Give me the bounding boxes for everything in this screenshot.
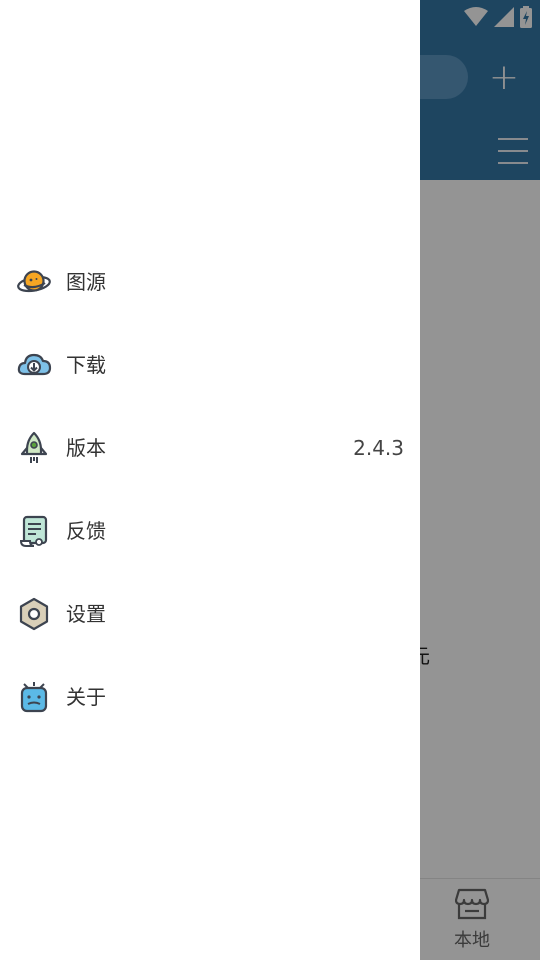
navigation-drawer: 图源 下载 版本 2.4.3 反馈 设置 关于 [0, 0, 420, 960]
drawer-item-settings[interactable]: 设置 [0, 584, 420, 644]
rocket-icon [20, 431, 48, 463]
drawer-label-feedback: 反馈 [66, 519, 106, 543]
drawer-item-about[interactable]: 关于 [0, 667, 420, 727]
planet-icon [17, 270, 51, 293]
drawer-item-download[interactable]: 下载 [0, 335, 420, 395]
drawer-label-sources: 图源 [66, 270, 106, 294]
version-number: 2.4.3 [353, 436, 404, 460]
drawer-item-feedback[interactable]: 反馈 [0, 501, 420, 561]
drawer-label-download: 下载 [66, 353, 106, 377]
drawer-label-about: 关于 [66, 685, 106, 709]
drawer-item-version[interactable]: 版本 2.4.3 [0, 418, 420, 478]
robot-alarm-icon [20, 682, 48, 713]
feedback-scroll-icon [19, 515, 48, 547]
drawer-label-version: 版本 [66, 436, 106, 460]
drawer-item-sources[interactable]: 图源 [0, 252, 420, 312]
cloud-download-icon [17, 353, 52, 376]
hex-nut-icon [19, 597, 49, 631]
drawer-label-settings: 设置 [66, 602, 106, 626]
